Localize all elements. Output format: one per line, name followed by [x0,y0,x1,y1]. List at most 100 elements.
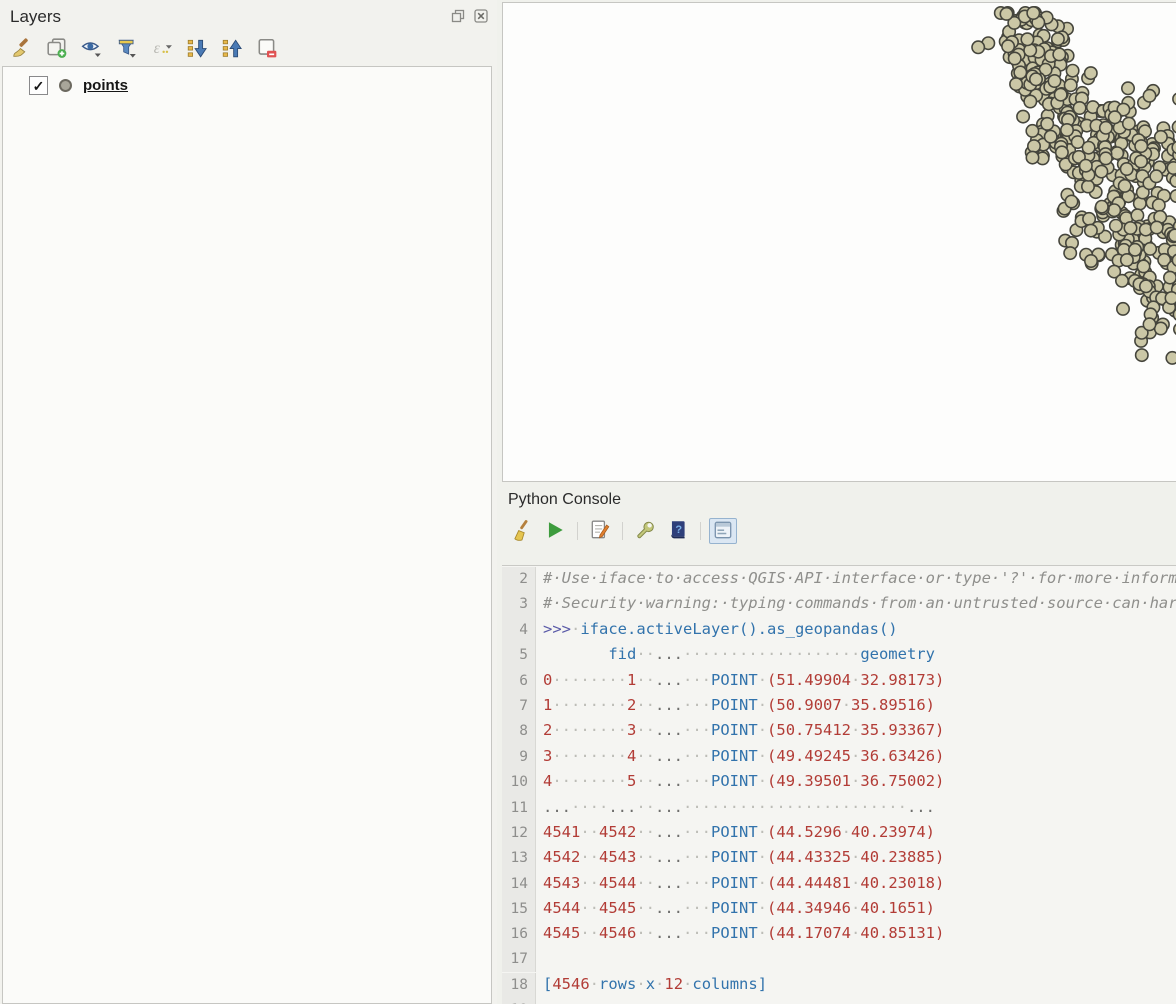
map-point [1150,170,1162,182]
point-symbol-icon[interactable] [59,79,72,92]
console-line: 154544··4545··...···POINT·(44.34946·40.1… [502,896,1176,921]
map-point [1170,175,1176,187]
console-line-number: 4 [502,618,536,643]
map-point [1144,243,1156,255]
console-line: 164545··4546··...···POINT·(44.17074·40.8… [502,921,1176,946]
filter-legend-button[interactable] [113,36,141,62]
map-point [1024,95,1036,107]
map-point [1121,163,1133,175]
console-line: 4>>>·iface.activeLayer().as_geopandas() [502,617,1176,642]
console-line-text: fid··...···················geometry [536,642,935,667]
close-icon [474,9,488,26]
console-line-text: 4545··4546··...···POINT·(44.17074·40.851… [536,921,944,946]
layer-visibility-checkbox[interactable]: ✓ [29,76,48,95]
float-panel-button[interactable] [449,9,466,25]
console-line-number: 9 [502,745,536,770]
map-point [1009,52,1021,64]
filter-by-expression-button[interactable]: ε [148,36,176,62]
console-line: 5 fid··...···················geometry [502,642,1176,667]
map-point [1119,180,1131,192]
map-point [1155,131,1167,143]
clear-console-button[interactable] [508,518,536,544]
funnel-icon [116,37,138,62]
console-line-text: ...····...··...························.… [536,795,935,820]
console-line-number: 11 [502,796,536,821]
paintbrush-icon [11,37,33,62]
console-line-text: 4541··4542··...···POINT·(44.5296·40.2397… [536,820,935,845]
svg-text:?: ? [675,523,682,535]
close-panel-button[interactable] [472,9,489,25]
map-point [1095,165,1107,177]
console-line-number: 10 [502,770,536,795]
console-line-text: #·Use·iface·to·access·QGIS·API·interface… [536,566,1176,591]
console-line-text: #·Security·warning:·typing·commands·from… [536,591,1176,616]
map-point [1136,349,1148,361]
layers-tree[interactable]: ✓ points [2,66,492,1004]
eye-dropdown-icon [81,37,103,62]
qgis-window: Layers ε ✓ points Python Console ? 2#·Us… [0,0,1176,1004]
console-line-text: 1········2··...···POINT·(50.9007·35.8951… [536,693,935,718]
layer-label[interactable]: points [83,77,128,94]
console-line-number: 16 [502,922,536,947]
map-point [1027,7,1039,19]
console-line-number: 14 [502,872,536,897]
expand-all-icon [186,37,208,62]
toolbar-separator [622,522,623,540]
console-line-number: 13 [502,846,536,871]
map-point [1017,110,1029,122]
expand-all-button[interactable] [183,36,211,62]
map-point [1151,221,1163,233]
map-point [1021,33,1033,45]
map-point [1124,222,1136,234]
python-console-toggle-button[interactable] [709,518,737,544]
map-point [972,41,984,53]
console-line-number: 2 [502,567,536,592]
console-line: 71········2··...···POINT·(50.9007·35.895… [502,693,1176,718]
map-point [1110,220,1122,232]
manage-map-themes-button[interactable] [78,36,106,62]
map-point [1082,180,1094,192]
map-point [1121,254,1133,266]
options-button[interactable] [631,518,659,544]
map-point [1052,33,1064,45]
help-button[interactable]: ? [664,518,692,544]
collapse-all-button[interactable] [218,36,246,62]
console-line: 104········5··...···POINT·(49.39501·36.7… [502,769,1176,794]
map-point [1117,303,1129,315]
map-point [1172,121,1176,133]
console-line: 3#·Security·warning:·typing·commands·fro… [502,591,1176,616]
console-line: 17 [502,947,1176,972]
editor-icon [589,519,611,544]
open-layer-styling-button[interactable] [8,36,36,62]
console-line: 2#·Use·iface·to·access·QGIS·API·interfac… [502,566,1176,591]
run-command-button[interactable] [541,518,569,544]
map-point [1055,89,1067,101]
toolbar-separator [577,522,578,540]
map-point [1053,48,1065,60]
float-icon [451,9,465,26]
broom-icon [511,519,533,544]
python-console-title: Python Console [508,491,1176,509]
console-line-text: 4542··4543··...···POINT·(44.43325·40.238… [536,845,944,870]
console-line: 124541··4542··...···POINT·(44.5296·40.23… [502,820,1176,845]
map-point [1140,280,1152,292]
layers-panel: Layers ε ✓ points [0,0,497,1004]
map-point [1109,111,1121,123]
python-console-output[interactable]: 2#·Use·iface·to·access·QGIS·API·interfac… [502,565,1176,1004]
console-line-number: 19 [502,998,536,1004]
console-line: 134542··4543··...···POINT·(44.43325·40.2… [502,845,1176,870]
map-point [1028,140,1040,152]
console-line-text: 0········1··...···POINT·(51.49904·32.981… [536,668,944,693]
add-group-button[interactable] [43,36,71,62]
collapse-all-icon [221,37,243,62]
vertical-splitter[interactable] [491,0,502,1004]
layer-row-points[interactable]: ✓ points [3,76,491,95]
show-editor-button[interactable] [586,518,614,544]
map-point [1100,152,1112,164]
console-line-number: 8 [502,719,536,744]
console-line-number: 15 [502,897,536,922]
console-line-text: >>>·iface.activeLayer().as_geopandas() [536,617,898,642]
map-point [1066,65,1078,77]
remove-layer-button[interactable] [253,36,281,62]
map-canvas[interactable] [502,2,1176,482]
